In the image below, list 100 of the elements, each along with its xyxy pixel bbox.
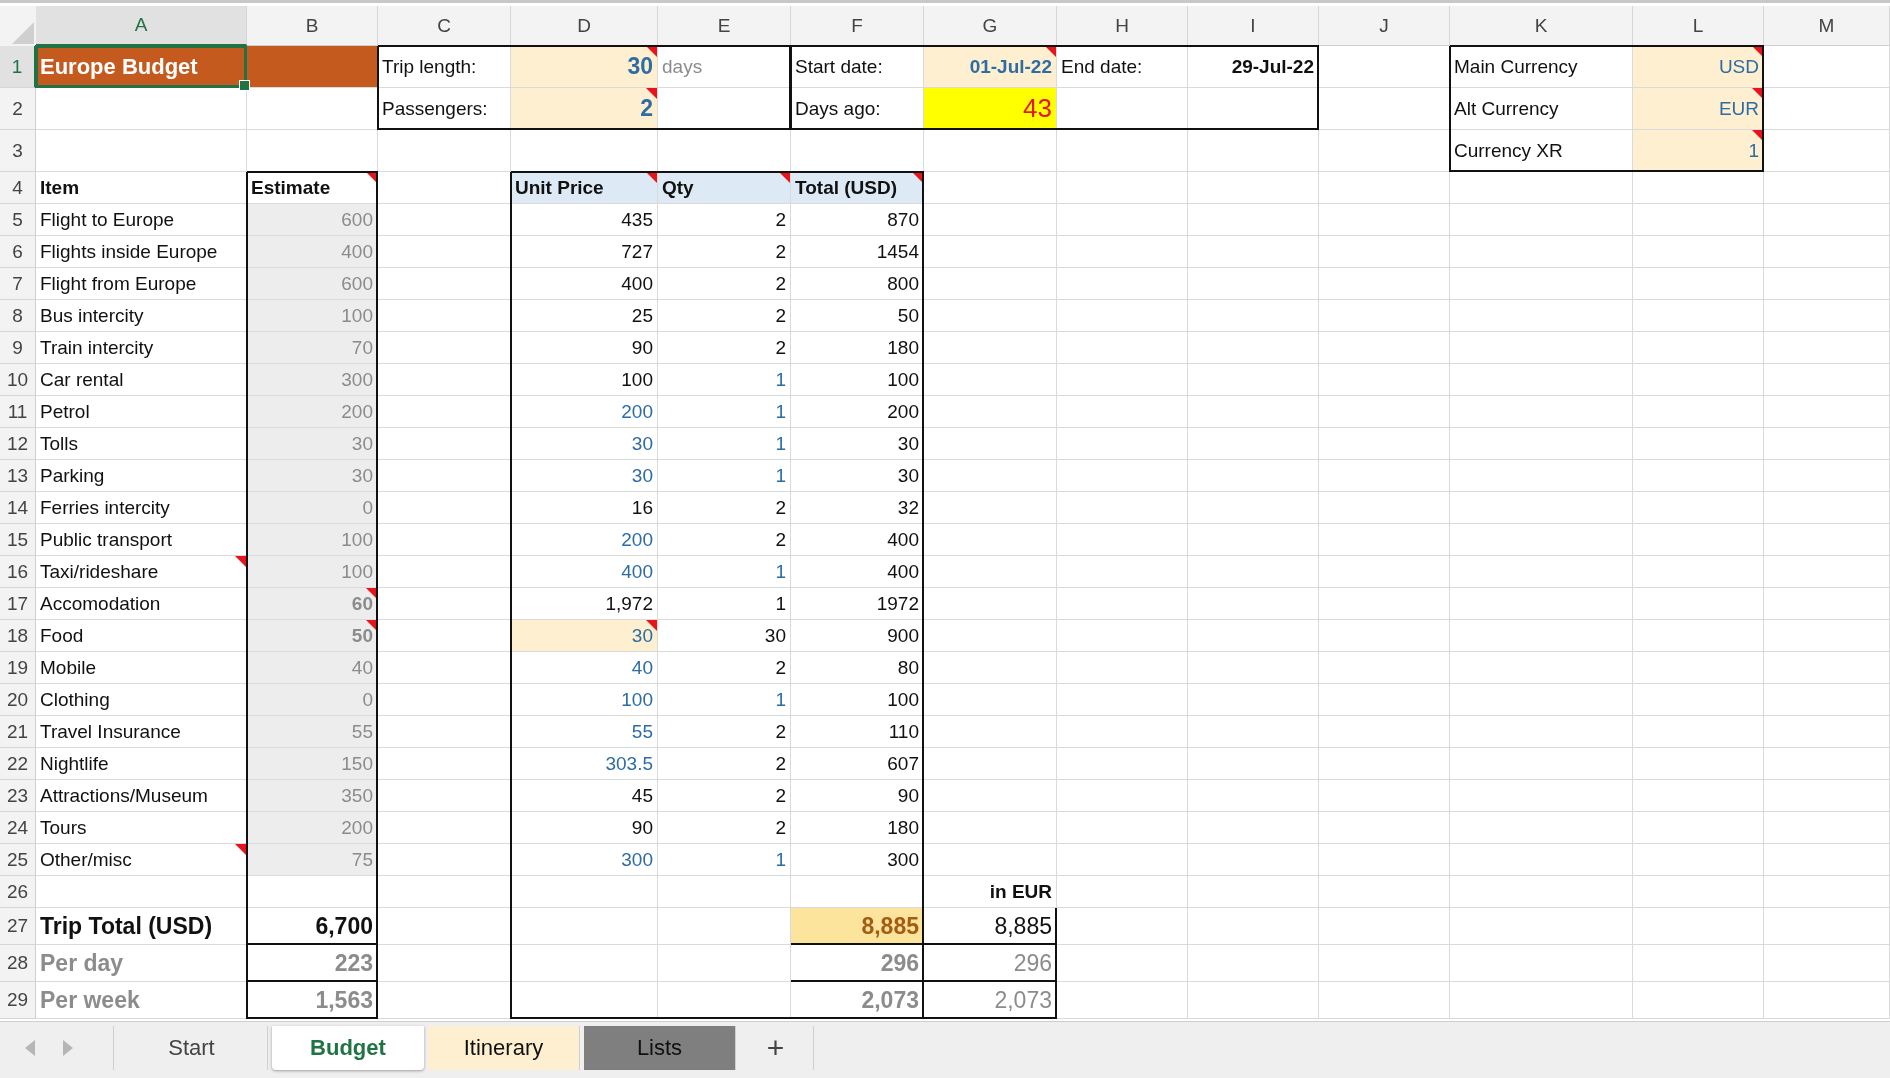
estimate-value: 150: [247, 748, 377, 779]
column-header[interactable]: L: [1633, 6, 1764, 46]
input-value: 100: [620, 687, 654, 712]
estimate-value: 100: [247, 524, 377, 555]
number-value: 435: [620, 207, 654, 232]
estimate-value: 30: [247, 460, 377, 491]
number-value: 25: [630, 303, 654, 328]
row-header[interactable]: 29: [0, 982, 36, 1019]
estimate-value: 600: [247, 204, 377, 235]
sheet-tab[interactable]: Lists: [584, 1026, 736, 1070]
row-label: Nightlife: [39, 751, 110, 776]
row-header[interactable]: 13: [0, 460, 36, 492]
column-heading: Unit Price: [511, 172, 657, 203]
scroll-left-icon[interactable]: [24, 1039, 36, 1057]
number-value: 180: [886, 335, 920, 360]
number-value: 100: [620, 367, 654, 392]
row-header[interactable]: 12: [0, 428, 36, 460]
row-header[interactable]: 7: [0, 268, 36, 300]
row-header[interactable]: 11: [0, 396, 36, 428]
add-sheet-button[interactable]: +: [738, 1026, 814, 1070]
number-value: 870: [886, 207, 920, 232]
column-header[interactable]: F: [791, 6, 924, 46]
input-value: 2: [511, 88, 657, 129]
row-header[interactable]: 4: [0, 172, 36, 204]
input-value: EUR: [1633, 88, 1763, 129]
scroll-right-icon[interactable]: [62, 1039, 74, 1057]
row-header[interactable]: 14: [0, 492, 36, 524]
number-value: 2: [774, 527, 787, 552]
number-value: 100: [886, 687, 920, 712]
row-header[interactable]: 2: [0, 88, 36, 130]
estimate-value: 0: [247, 684, 377, 715]
summary-value: 1,563: [314, 985, 374, 1015]
row-header[interactable]: 1: [0, 46, 36, 88]
number-value: 90: [896, 783, 920, 808]
row-header[interactable]: 25: [0, 844, 36, 876]
column-header[interactable]: H: [1057, 6, 1188, 46]
column-header[interactable]: E: [658, 6, 791, 46]
row-header[interactable]: 3: [0, 130, 36, 172]
sheet-tab[interactable]: Budget: [272, 1026, 424, 1070]
estimate-value: 350: [247, 780, 377, 811]
row-header[interactable]: 15: [0, 524, 36, 556]
number-value: 90: [630, 335, 654, 360]
row-label: Days ago:: [794, 96, 882, 121]
row-header[interactable]: 16: [0, 556, 36, 588]
row-header[interactable]: 8: [0, 300, 36, 332]
summary-label: Per day: [39, 948, 125, 978]
row-header[interactable]: 28: [0, 945, 36, 982]
row-header[interactable]: 18: [0, 620, 36, 652]
row-label: Accomodation: [39, 591, 162, 616]
row-header[interactable]: 20: [0, 684, 36, 716]
row-header[interactable]: 21: [0, 716, 36, 748]
column-header[interactable]: C: [378, 6, 511, 46]
column-heading: Total (USD): [791, 172, 923, 203]
row-header[interactable]: 19: [0, 652, 36, 684]
sheet-tab[interactable]: Itinerary: [428, 1026, 580, 1070]
column-header[interactable]: D: [511, 6, 658, 46]
row-header[interactable]: 10: [0, 364, 36, 396]
row-header[interactable]: 24: [0, 812, 36, 844]
row-header[interactable]: 17: [0, 588, 36, 620]
row-label: Petrol: [39, 399, 91, 424]
estimate-value: 200: [247, 812, 377, 843]
input-value: 303.5: [604, 751, 654, 776]
select-all-button[interactable]: [0, 6, 36, 46]
column-header[interactable]: J: [1319, 6, 1450, 46]
row-header[interactable]: 22: [0, 748, 36, 780]
column-header[interactable]: B: [247, 6, 378, 46]
input-value: 30: [511, 620, 657, 651]
number-value: 90: [630, 815, 654, 840]
number-value: 1,972: [604, 591, 654, 616]
estimate-value: 75: [247, 844, 377, 875]
input-value: 1: [774, 847, 787, 872]
summary-value: 2,073: [860, 985, 920, 1015]
row-label: Train intercity: [39, 335, 155, 360]
column-header[interactable]: K: [1450, 6, 1633, 46]
column-header[interactable]: I: [1188, 6, 1319, 46]
number-value: 2: [774, 239, 787, 264]
column-header[interactable]: M: [1764, 6, 1890, 46]
row-label: Attractions/Museum: [39, 783, 209, 808]
sheet-tab[interactable]: Start: [116, 1026, 268, 1070]
row-label: Start date:: [794, 54, 884, 79]
number-value: 900: [886, 623, 920, 648]
row-header[interactable]: 6: [0, 236, 36, 268]
input-value: 200: [620, 399, 654, 424]
input-value: USD: [1633, 46, 1763, 87]
number-value: 180: [886, 815, 920, 840]
total-label: Trip Total (USD): [39, 911, 214, 941]
row-header[interactable]: 5: [0, 204, 36, 236]
row-header[interactable]: 23: [0, 780, 36, 812]
input-value: 1: [774, 463, 787, 488]
column-header[interactable]: A: [36, 6, 247, 46]
number-value: 30: [896, 463, 920, 488]
number-value: 2: [774, 719, 787, 744]
row-label: End date:: [1060, 54, 1144, 79]
row-label: Main Currency: [1453, 54, 1579, 79]
row-header[interactable]: 27: [0, 908, 36, 945]
row-label: Tolls: [39, 431, 79, 456]
column-header[interactable]: G: [924, 6, 1057, 46]
row-header[interactable]: 26: [0, 876, 36, 908]
row-header[interactable]: 9: [0, 332, 36, 364]
total-value: 8,885: [791, 908, 923, 944]
